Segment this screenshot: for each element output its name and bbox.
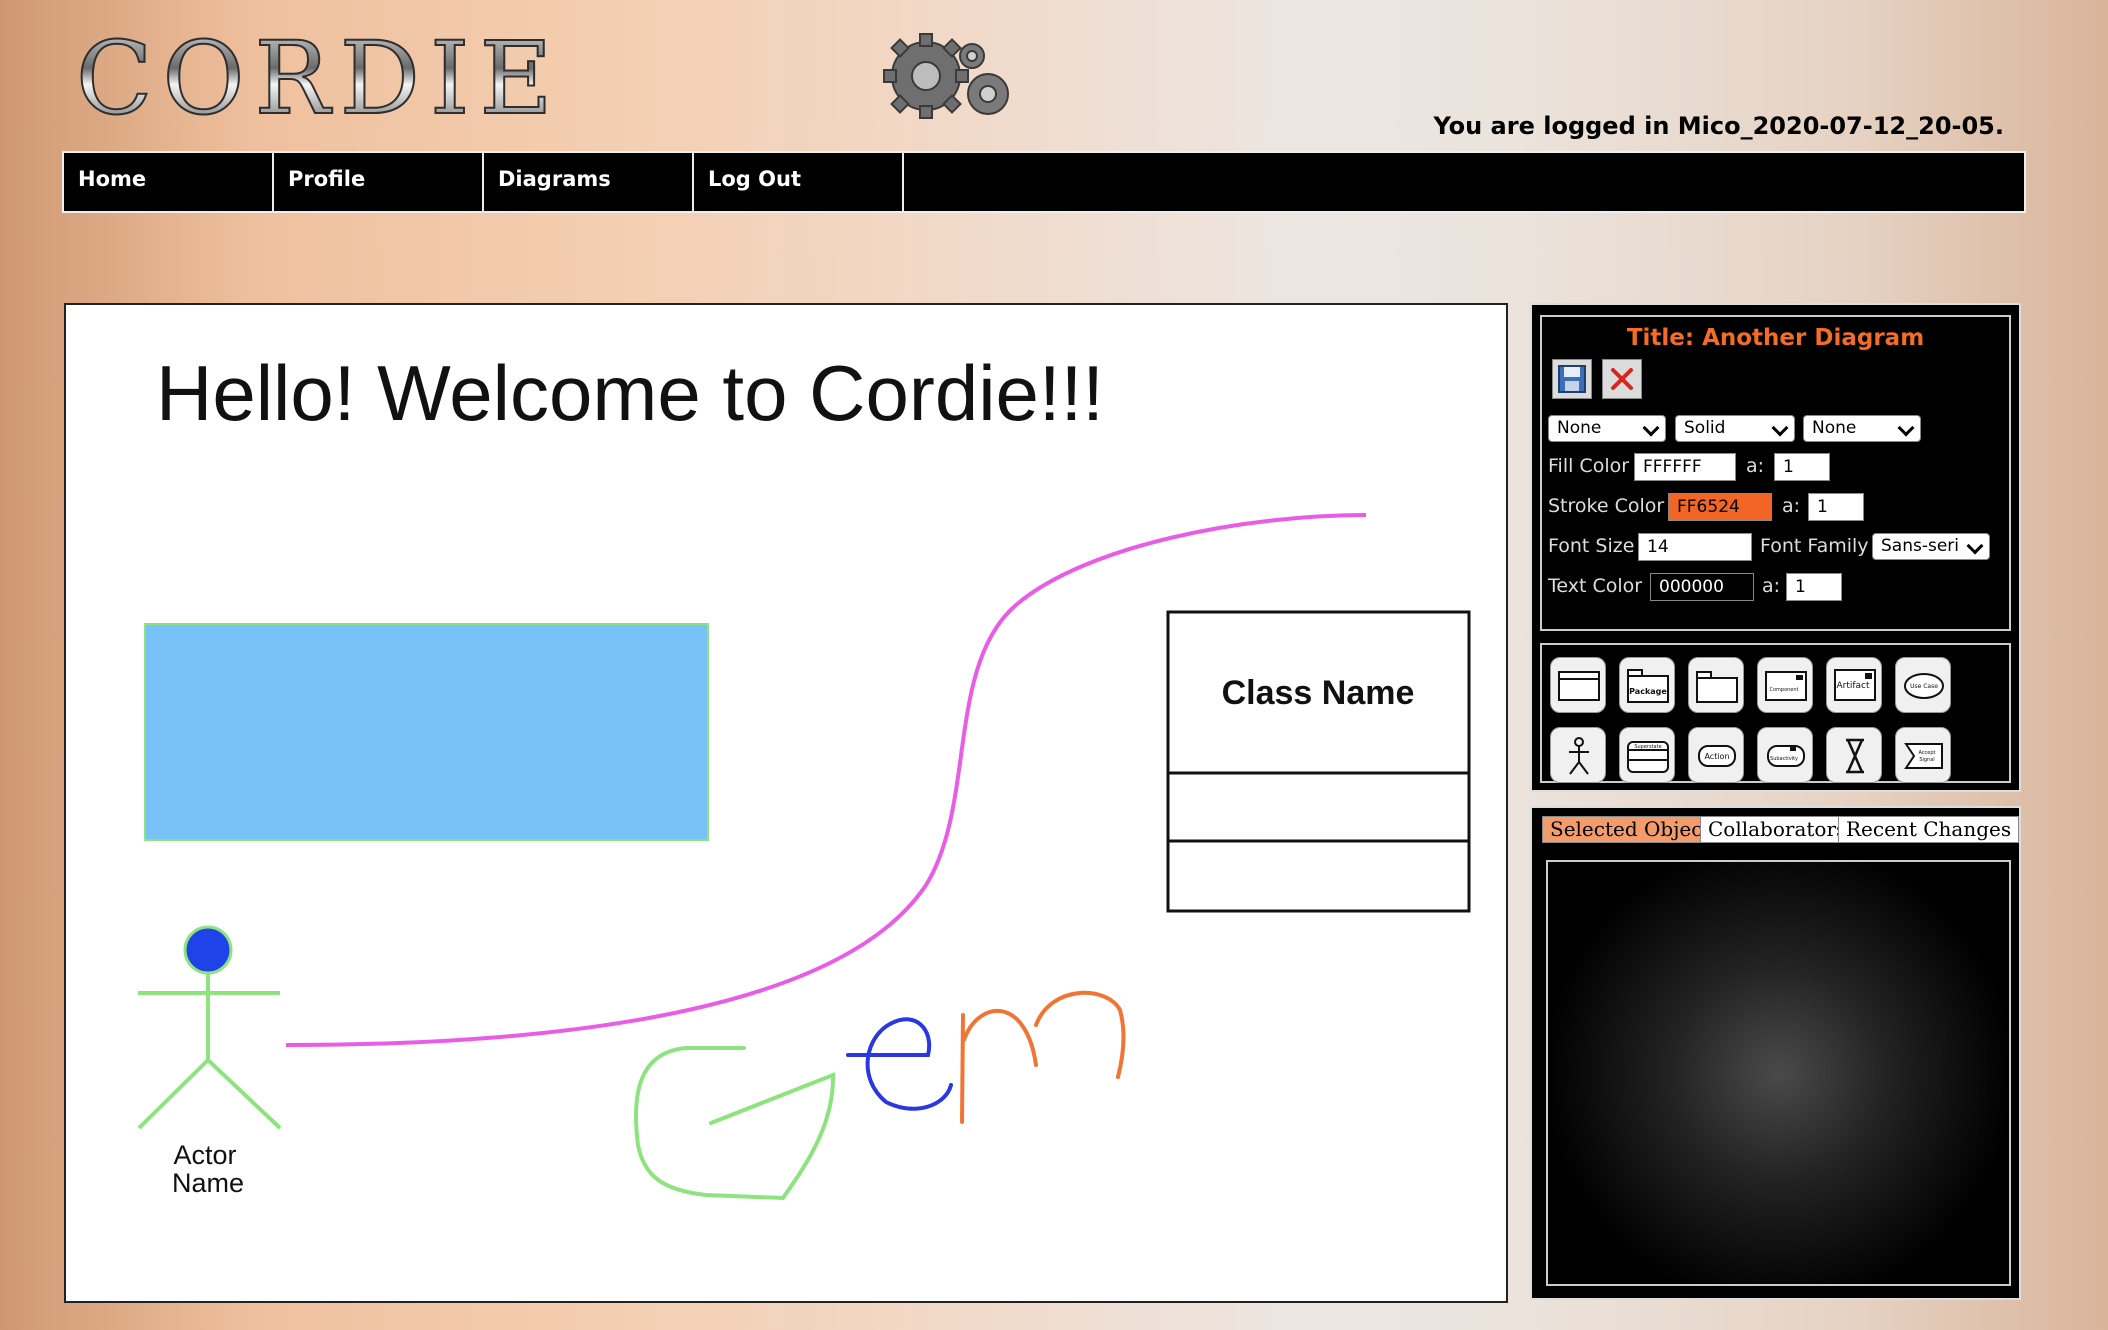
cordie-logo: CORDIE (75, 23, 576, 135)
stroke-color-label: Stroke Color (1548, 495, 1665, 517)
diagram-title: Title: Another Diagram (1626, 325, 1925, 351)
start-arrow-value: None (1557, 418, 1602, 438)
font-family-label: Font Family (1760, 535, 1869, 557)
folder-shape-icon (1696, 671, 1738, 703)
properties-panel: Title: Another Diagram None Solid None F (1540, 315, 2011, 631)
class-name-label: Class Name (1222, 674, 1415, 712)
hourglass-shape-button[interactable] (1826, 727, 1882, 783)
accept-signal-shape-label-2: Signal (1919, 757, 1934, 763)
component-shape-label: Component (1769, 687, 1798, 693)
font-family-select[interactable]: Sans-seri (1872, 533, 1990, 560)
superstate-shape-icon: Superstate (1627, 741, 1669, 773)
shape-palette: Package Component Artifact Use Case Supe… (1540, 643, 2011, 783)
selected-object-panel (1546, 860, 2011, 1286)
package-shape-icon: Package (1627, 669, 1669, 703)
actor-shape-button[interactable] (1550, 727, 1606, 783)
package-shape-label: Package (1629, 687, 1667, 696)
login-status: You are logged in Mico_2020-07-12_20-05. (1433, 112, 2004, 140)
chevron-down-icon (1771, 419, 1789, 437)
chevron-down-icon (1897, 419, 1915, 437)
info-panel: Selected Object Collaborators Recent Cha… (1530, 806, 2021, 1300)
class-shape-icon (1558, 671, 1600, 701)
text-color-input[interactable]: 000000 (1650, 573, 1754, 601)
component-shape-button[interactable]: Component (1757, 657, 1813, 713)
start-arrow-select[interactable]: None (1548, 415, 1666, 442)
orange-scribble[interactable] (960, 990, 1126, 1124)
font-size-label: Font Size (1548, 535, 1635, 557)
end-arrow-value: None (1812, 418, 1857, 438)
fill-color-input[interactable]: FFFFFF (1634, 453, 1736, 481)
end-arrow-select[interactable]: None (1803, 415, 1921, 442)
subactivity-shape-label: Subactivity (1770, 756, 1798, 762)
text-alpha-label: a: (1762, 575, 1781, 597)
superstate-shape-label: Superstate (1634, 744, 1661, 750)
stroke-alpha-input[interactable]: 1 (1808, 493, 1864, 521)
main-nav: Home Profile Diagrams Log Out (62, 151, 2026, 213)
stroke-color-input[interactable]: FF6524 (1668, 493, 1772, 521)
action-shape-label: Action (1704, 752, 1729, 761)
package-shape-button[interactable]: Package (1619, 657, 1675, 713)
artifact-shape-label: Artifact (1836, 681, 1870, 691)
chevron-down-icon (1642, 419, 1660, 437)
accept-signal-shape-label-1: Accept (1918, 750, 1935, 756)
font-size-input[interactable]: 14 (1638, 533, 1752, 561)
gears-icon (883, 33, 1009, 119)
hourglass-icon (1846, 738, 1864, 774)
class-shape-button[interactable] (1550, 657, 1606, 713)
text-color-label: Text Color (1548, 575, 1643, 597)
tab-collaborators[interactable]: Collaborators (1700, 816, 1855, 843)
blue-scribble[interactable] (846, 1017, 953, 1111)
subactivity-shape-button[interactable]: Subactivity (1757, 727, 1813, 783)
action-shape-button[interactable]: Action (1688, 727, 1744, 783)
use-case-shape-label: Use Case (1910, 683, 1938, 690)
floppy-disk-icon (1558, 365, 1586, 393)
line-style-value: Solid (1684, 418, 1726, 438)
delete-button[interactable] (1602, 359, 1642, 399)
nav-home[interactable]: Home (64, 153, 274, 211)
accept-signal-shape-icon: Accept Signal (1904, 743, 1943, 769)
save-button[interactable] (1552, 359, 1592, 399)
tools-panel: Title: Another Diagram None Solid None F (1530, 303, 2021, 792)
artifact-shape-button[interactable]: Artifact (1826, 657, 1882, 713)
stroke-alpha-label: a: (1782, 495, 1801, 517)
chevron-down-icon (1966, 537, 1984, 555)
blue-rectangle[interactable] (144, 623, 709, 841)
nav-diagrams[interactable]: Diagrams (484, 153, 694, 211)
actor-label-line2: Name (172, 1168, 244, 1198)
green-scribble[interactable] (634, 1046, 836, 1201)
folder-shape-button[interactable] (1688, 657, 1744, 713)
diagram-canvas[interactable]: Hello! Welcome to Cordie!!! Class Name A… (64, 303, 1508, 1303)
component-shape-icon: Component (1765, 671, 1807, 701)
line-style-select[interactable]: Solid (1675, 415, 1795, 442)
text-alpha-input[interactable]: 1 (1786, 573, 1842, 601)
subactivity-shape-icon: Subactivity (1767, 745, 1805, 767)
actor-figure[interactable]: Actor Name (137, 925, 282, 1198)
class-box[interactable]: Class Name (1166, 610, 1471, 913)
canvas-drawing: Hello! Welcome to Cordie!!! Class Name A… (137, 349, 1471, 1201)
red-x-icon (1611, 368, 1633, 390)
actor-label-line1: Actor (173, 1140, 236, 1170)
tab-selected-object[interactable]: Selected Object (1542, 816, 1719, 843)
nav-logout[interactable]: Log Out (694, 153, 904, 211)
accept-signal-shape-button[interactable]: Accept Signal (1895, 727, 1951, 783)
nav-profile[interactable]: Profile (274, 153, 484, 211)
fill-color-label: Fill Color (1548, 455, 1630, 477)
font-family-value: Sans-seri (1881, 536, 1960, 556)
superstate-shape-button[interactable]: Superstate (1619, 727, 1675, 783)
use-case-shape-icon: Use Case (1904, 673, 1944, 699)
action-shape-icon: Action (1698, 745, 1736, 767)
fill-alpha-input[interactable]: 1 (1774, 453, 1830, 481)
artifact-shape-icon: Artifact (1834, 669, 1876, 701)
tab-recent-changes[interactable]: Recent Changes (1838, 816, 2020, 843)
use-case-shape-button[interactable]: Use Case (1895, 657, 1951, 713)
fill-alpha-label: a: (1746, 455, 1765, 477)
welcome-heading[interactable]: Hello! Welcome to Cordie!!! (156, 349, 1104, 437)
actor-shape-icon (1569, 737, 1589, 775)
